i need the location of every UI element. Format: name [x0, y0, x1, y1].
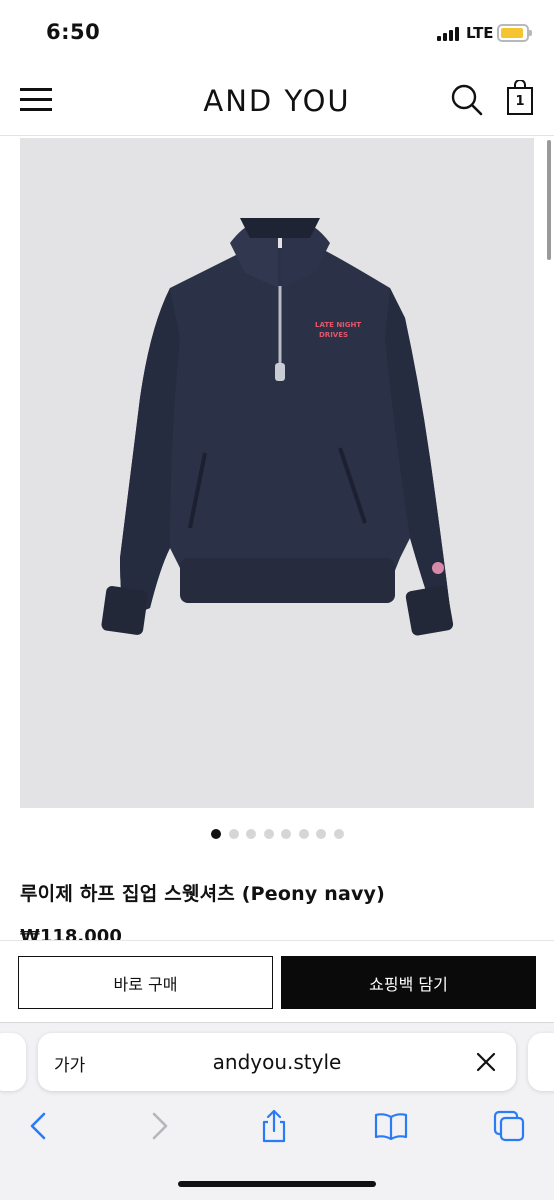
- status-time: 6:50: [46, 20, 101, 44]
- cart-count: 1: [515, 94, 525, 109]
- browser-toolbar: 가가 andyou.style: [0, 1022, 554, 1200]
- home-indicator[interactable]: [178, 1181, 376, 1187]
- carousel-dot[interactable]: [264, 829, 274, 839]
- product-name: 루이제 하프 집업 스웻셔츠 (Peony navy): [20, 883, 386, 905]
- signal-icon: [437, 27, 463, 41]
- back-icon[interactable]: [22, 1109, 56, 1143]
- close-icon[interactable]: [476, 1052, 496, 1072]
- next-tab-preview[interactable]: [528, 1033, 554, 1091]
- address-bar[interactable]: 가가 andyou.style: [38, 1033, 516, 1091]
- product-price: ₩118,000: [20, 926, 122, 940]
- battery-icon: [497, 24, 532, 42]
- purchase-action-bar: 바로 구매 쇼핑백 담기: [0, 940, 554, 1022]
- carousel-dot[interactable]: [334, 829, 344, 839]
- carousel-dot[interactable]: [246, 829, 256, 839]
- buy-now-button[interactable]: 바로 구매: [18, 956, 273, 1009]
- bookmarks-icon[interactable]: [374, 1109, 408, 1143]
- carousel-dot[interactable]: [299, 829, 309, 839]
- carousel-dot[interactable]: [316, 829, 326, 839]
- image-carousel-dots: [0, 829, 554, 841]
- print-text-line1: LATE NIGHT: [315, 321, 361, 329]
- search-icon[interactable]: [450, 83, 484, 117]
- add-to-cart-button[interactable]: 쇼핑백 담기: [281, 956, 536, 1009]
- print-text-line2: DRIVES: [319, 331, 348, 339]
- page-scrollbar[interactable]: [547, 140, 551, 260]
- carousel-dot[interactable]: [229, 829, 239, 839]
- sweatshirt-illustration: LATE NIGHT DRIVES: [101, 218, 454, 636]
- carousel-dot[interactable]: [281, 829, 291, 839]
- carousel-dot[interactable]: [211, 829, 221, 839]
- share-icon[interactable]: [257, 1109, 291, 1143]
- site-header: AND YOU 1: [0, 66, 554, 136]
- status-bar: 6:50 LTE: [0, 0, 554, 66]
- product-image[interactable]: LATE NIGHT DRIVES: [20, 138, 534, 808]
- url-text[interactable]: andyou.style: [38, 1050, 516, 1074]
- previous-tab-preview[interactable]: [0, 1033, 26, 1091]
- shopping-bag-button[interactable]: 1: [506, 80, 534, 116]
- network-label: LTE: [466, 24, 494, 42]
- tabs-icon[interactable]: [492, 1109, 526, 1143]
- forward-icon[interactable]: [142, 1109, 176, 1143]
